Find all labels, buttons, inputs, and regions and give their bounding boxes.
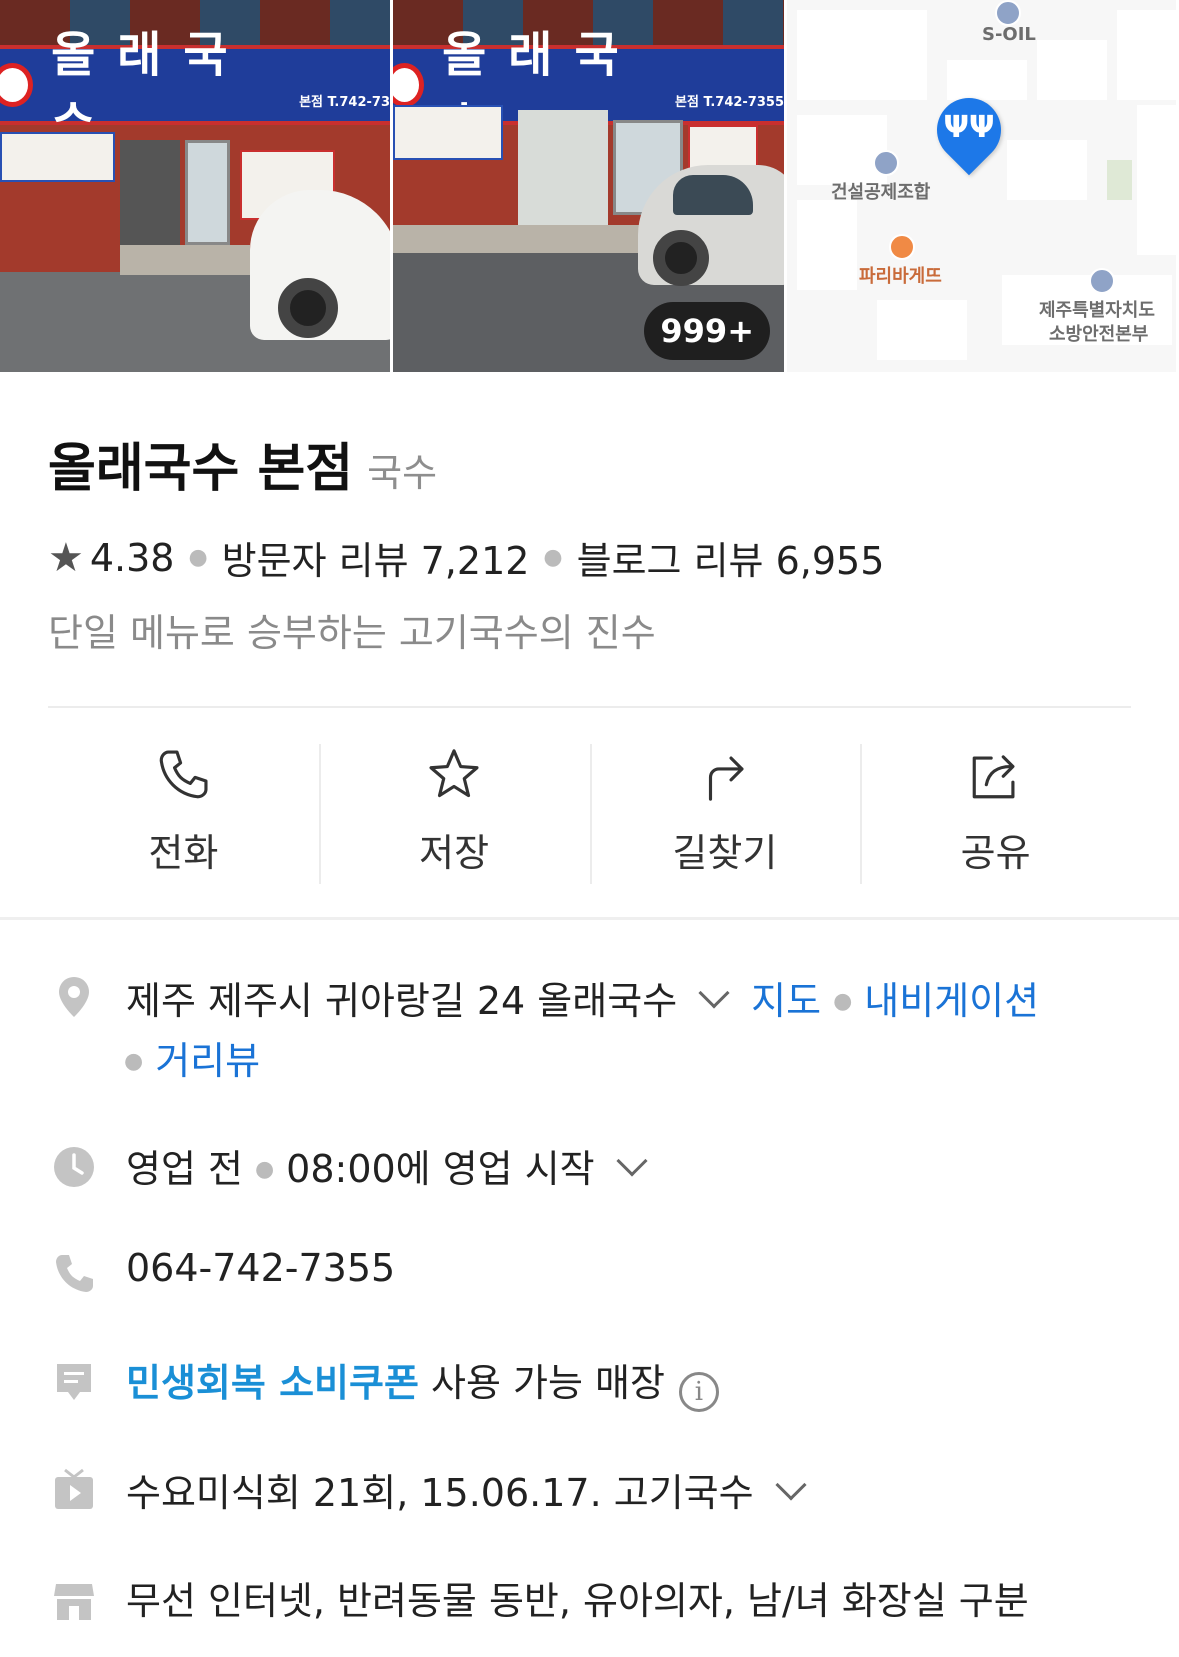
directions-button[interactable]: 길찾기 <box>589 744 861 884</box>
share-icon <box>972 755 1015 799</box>
title-row: 올래국수 본점 국수 <box>48 426 437 501</box>
rating-row: ★ 4.38 ● 방문자 리뷰 7,212 ● 블로그 리뷰 6,955 <box>48 530 884 585</box>
share-button[interactable]: 공유 <box>860 744 1131 884</box>
restaurant-logo-icon <box>393 63 425 107</box>
phone-number[interactable]: 064-742-7355 <box>126 1246 395 1290</box>
separator-dot: ● <box>188 545 208 570</box>
fork-knife-icon: ΨΨ <box>943 110 995 145</box>
visitor-review-link[interactable]: 방문자 리뷰 7,212 <box>222 530 530 585</box>
store-icon <box>54 1584 94 1620</box>
coupon-text: 사용 가능 매장 <box>431 1361 665 1405</box>
place-name: 올래국수 본점 <box>48 439 354 499</box>
clock-icon <box>54 1147 94 1187</box>
location-pin-icon <box>59 977 89 1017</box>
address-row: 제주 제주시 귀아랑길 24 올래국수 지도 ● 내비게이션 <box>126 970 1039 1025</box>
share-label: 공유 <box>960 831 1031 875</box>
chevron-down-icon[interactable] <box>775 1469 807 1501</box>
storefront-photo-2[interactable]: 올래국수 본점 T.742-7355 999+ <box>393 0 784 372</box>
call-button[interactable]: 전화 <box>48 744 319 884</box>
hours-status: 영업 전 <box>126 1147 243 1191</box>
restaurant-logo-icon <box>0 63 34 107</box>
star-outline-icon <box>429 749 479 798</box>
save-label: 저장 <box>419 831 490 875</box>
phone-filled-icon <box>56 1255 93 1292</box>
photo-strip: 올래국수 본점 T.742-73 올래국수 본점 T.742-7355 <box>0 0 1179 372</box>
gas-station-icon <box>995 0 1021 26</box>
separator-dot: ● <box>543 545 563 570</box>
coupon-row: 민생회복 소비쿠폰 사용 가능 매장 i <box>126 1352 719 1412</box>
streetview-link[interactable]: 거리뷰 <box>155 1039 260 1083</box>
map-label: 건설공제조합 <box>831 182 931 203</box>
blog-review-link[interactable]: 블로그 리뷰 6,955 <box>577 530 885 585</box>
divider <box>48 706 1131 708</box>
hours-row[interactable]: 영업 전 ● 08:00에 영업 시작 <box>126 1138 648 1193</box>
chevron-down-icon[interactable] <box>698 977 730 1009</box>
map-thumbnail[interactable]: S-OIL 건설공제조합 파리바게뜨 제주특별자치도 소방안전본부 ΨΨ <box>787 0 1176 372</box>
separator-dot: ● <box>254 1157 275 1182</box>
address-row-continued: ● 거리뷰 <box>124 1030 260 1085</box>
tv-play-icon <box>55 1468 93 1509</box>
coupon-note-icon <box>57 1364 91 1400</box>
place-category: 국수 <box>367 451 438 495</box>
map-label: 파리바게뜨 <box>859 266 942 287</box>
separator-dot: ● <box>833 989 853 1014</box>
directions-label: 길찾기 <box>672 831 778 875</box>
amenities-text: 무선 인터넷, 반려동물 동반, 유아의자, 남/녀 화장실 구분 <box>126 1579 1029 1623</box>
section-divider <box>0 917 1179 920</box>
save-button[interactable]: 저장 <box>318 744 590 884</box>
address-text: 제주 제주시 귀아랑길 24 올래국수 <box>126 979 678 1023</box>
info-icon[interactable]: i <box>678 1372 719 1412</box>
sign-subtext: 본점 T.742-7355 <box>675 94 784 110</box>
storefront-photo-1[interactable]: 올래국수 본점 T.742-73 <box>0 0 390 372</box>
phone-icon <box>160 750 208 799</box>
government-poi-icon <box>1089 268 1115 294</box>
navigation-link[interactable]: 내비게이션 <box>864 979 1039 1023</box>
star-filled-icon: ★ <box>48 534 84 581</box>
map-label: 제주특별자치도 <box>1039 300 1155 321</box>
chevron-down-icon[interactable] <box>616 1145 648 1177</box>
action-bar: 전화 저장 길찾기 공유 <box>48 744 1131 884</box>
map-link[interactable]: 지도 <box>751 979 821 1023</box>
rating-value: 4.38 <box>89 535 175 580</box>
coupon-highlight[interactable]: 민생회복 소비쿠폰 <box>126 1361 419 1405</box>
map-label: S-OIL <box>982 24 1036 45</box>
hours-detail: 08:00에 영업 시작 <box>286 1147 595 1191</box>
photo-count-badge[interactable]: 999+ <box>644 302 770 360</box>
building-poi-icon <box>873 150 899 176</box>
route-arrow-icon <box>708 756 744 801</box>
place-tagline: 단일 메뉴로 승부하는 고기국수의 진수 <box>48 611 656 655</box>
tv-row[interactable]: 수요미식회 21회, 15.06.17. 고기국수 <box>126 1462 807 1517</box>
tv-info-text: 수요미식회 21회, 15.06.17. 고기국수 <box>126 1471 754 1515</box>
sign-subtext: 본점 T.742-73 <box>299 94 390 110</box>
bakery-poi-icon <box>889 234 915 260</box>
map-label: 소방안전본부 <box>1049 324 1149 345</box>
call-label: 전화 <box>148 831 219 875</box>
separator-dot: ● <box>124 1049 144 1074</box>
